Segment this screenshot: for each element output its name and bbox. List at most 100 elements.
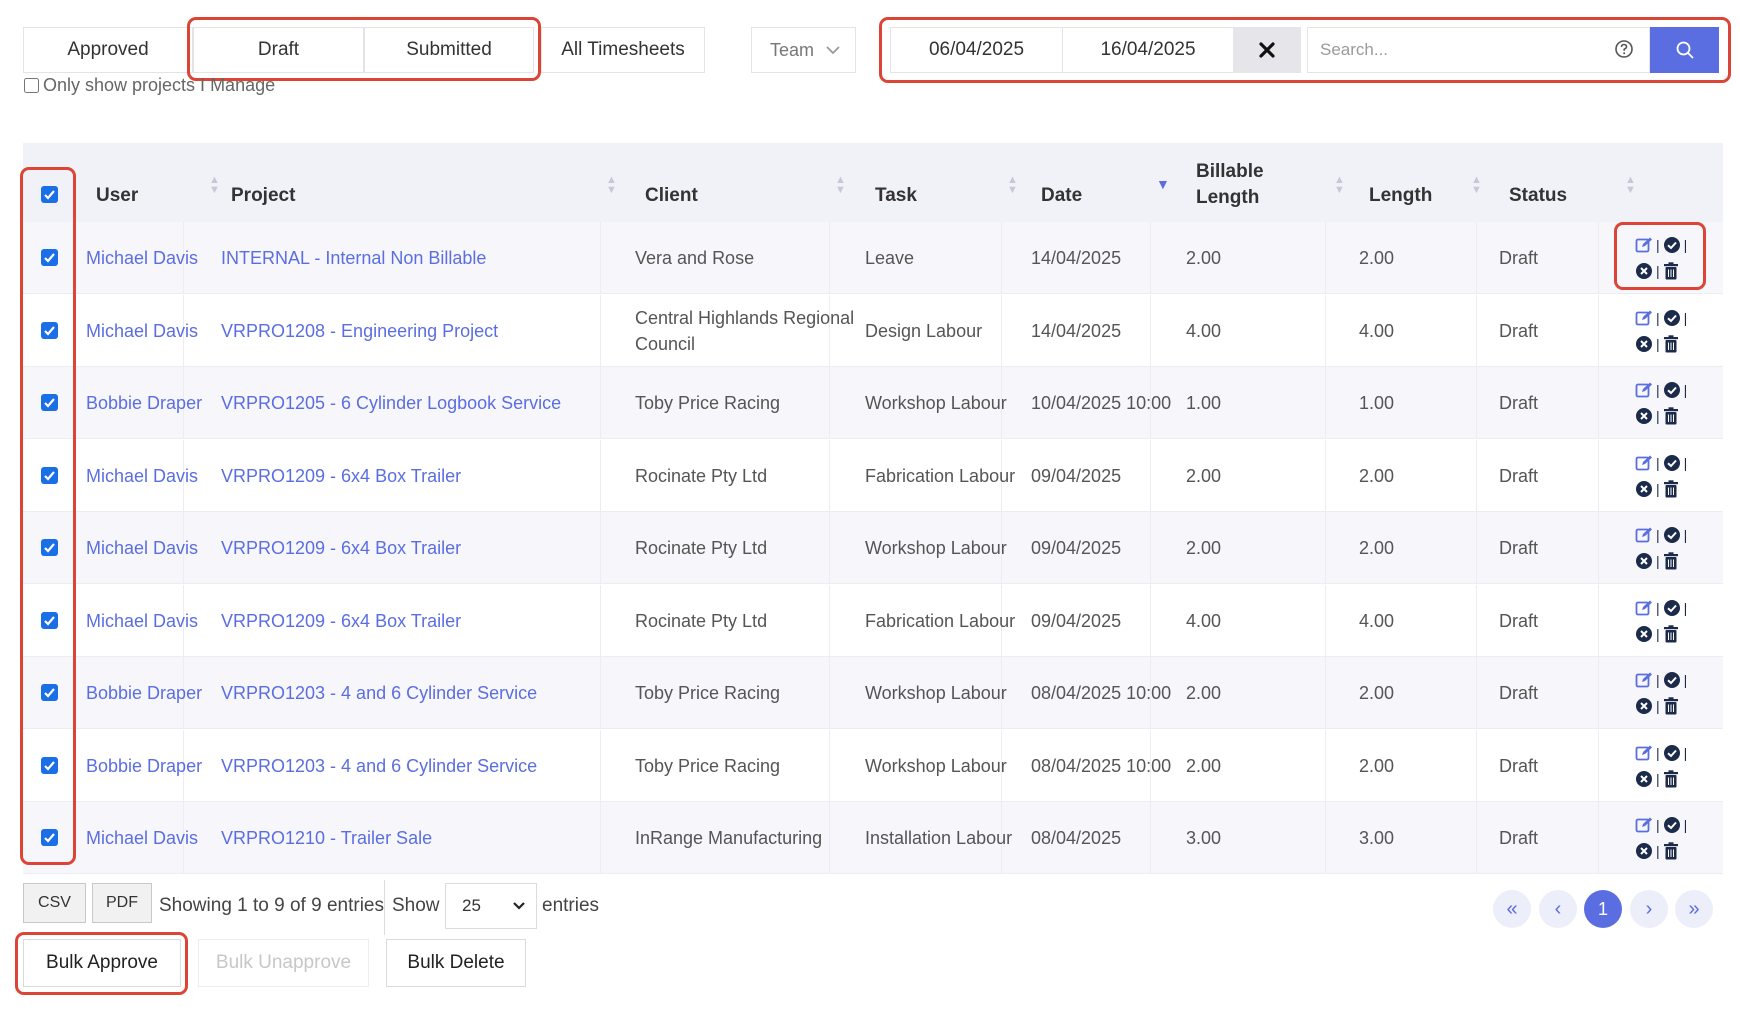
col-header-user[interactable]: User ▲ ▼ [96, 143, 224, 222]
project-link[interactable]: VRPRO1209 - 6x4 Box Trailer [221, 440, 631, 512]
page-1-button[interactable]: 1 [1584, 890, 1622, 928]
approve-check-icon[interactable] [1663, 744, 1681, 762]
user-link[interactable]: Michael Davis [86, 802, 204, 874]
col-header-task[interactable]: Task ▲ ▼ [875, 143, 1040, 222]
task-cell: Leave [865, 248, 915, 268]
trash-icon[interactable] [1663, 552, 1679, 570]
action-separator: | [1656, 335, 1660, 352]
edit-icon[interactable] [1635, 381, 1653, 399]
trash-icon[interactable] [1663, 624, 1679, 643]
reject-icon[interactable] [1635, 335, 1653, 353]
sort-icon: ▲ ▼ [1471, 174, 1482, 196]
user-link[interactable]: Bobbie Draper [86, 730, 204, 802]
project-link[interactable]: VRPRO1209 - 6x4 Box Trailer [221, 512, 631, 584]
project-link[interactable]: VRPRO1208 - Engineering Project [221, 295, 631, 367]
action-separator: | [1656, 309, 1660, 326]
approve-check-icon[interactable] [1663, 526, 1681, 544]
edit-icon[interactable] [1635, 526, 1653, 544]
table-row: Bobbie Draper VRPRO1205 - 6 Cylinder Logb… [23, 367, 1723, 439]
edit-icon[interactable] [1635, 744, 1653, 762]
reject-icon[interactable] [1635, 552, 1653, 570]
edit-icon[interactable] [1635, 454, 1653, 472]
trash-icon[interactable] [1663, 842, 1679, 860]
client-cell: Rocinate Pty Ltd [635, 610, 768, 631]
length-cell: 2.00 [1359, 248, 1395, 268]
user-link[interactable]: Michael Davis [86, 222, 204, 294]
edit-icon[interactable] [1635, 816, 1653, 834]
csv-button[interactable]: CSV [23, 883, 86, 923]
first-page-button[interactable]: « [1493, 890, 1531, 928]
bulk-delete-button[interactable]: Bulk Delete [386, 939, 526, 987]
project-link[interactable]: VRPRO1210 - Trailer Sale [221, 802, 631, 874]
project-link[interactable]: VRPRO1205 - 6 Cylinder Logbook Service [221, 367, 631, 439]
last-page-button[interactable]: » [1675, 890, 1713, 928]
pdf-button[interactable]: PDF [92, 883, 152, 923]
team-select[interactable]: Team [751, 27, 856, 73]
approve-check-icon[interactable] [1663, 599, 1681, 617]
task-cell: Workshop Labour [865, 393, 1007, 413]
col-header-project[interactable]: Project ▲ ▼ [231, 143, 641, 222]
reject-icon[interactable] [1635, 770, 1653, 788]
action-separator: | [1656, 408, 1660, 424]
action-separator: | [1683, 309, 1688, 326]
billable-length-cell: 2.00 [1186, 683, 1222, 703]
row-actions: | | | [1635, 667, 1705, 719]
user-link[interactable]: Michael Davis [86, 512, 204, 584]
project-link[interactable]: VRPRO1203 - 4 and 6 Cylinder Service [221, 730, 631, 802]
action-separator: | [1656, 625, 1660, 642]
prev-page-button[interactable]: ‹ [1539, 890, 1577, 928]
edit-icon[interactable] [1635, 671, 1653, 689]
reject-icon[interactable] [1635, 842, 1653, 860]
highlight-draft-submitted [187, 17, 541, 81]
trash-icon[interactable] [1663, 479, 1679, 498]
trash-icon[interactable] [1663, 769, 1679, 788]
next-page-button[interactable]: › [1630, 890, 1668, 928]
approve-check-icon[interactable] [1663, 671, 1681, 689]
length-cell: 2.00 [1359, 683, 1395, 703]
highlight-bulk-approve [15, 932, 188, 995]
reject-icon[interactable] [1635, 480, 1653, 498]
task-cell: Installation Labour [865, 828, 1013, 848]
project-link[interactable]: VRPRO1209 - 6x4 Box Trailer [221, 585, 631, 657]
billable-length-cell: 3.00 [1186, 828, 1222, 848]
only-manage-checkbox[interactable] [24, 78, 39, 93]
client-cell: Toby Price Racing [635, 393, 781, 413]
reject-icon[interactable] [1635, 697, 1653, 715]
row-actions: | | | [1635, 305, 1705, 357]
col-header-date[interactable]: Date ▼ [1041, 143, 1191, 222]
page-size-select[interactable]: 25 [445, 883, 537, 929]
approve-check-icon[interactable] [1663, 816, 1681, 834]
sort-icon: ▲ ▼ [606, 174, 617, 196]
user-link[interactable]: Michael Davis [86, 295, 204, 367]
user-link[interactable]: Michael Davis [86, 585, 204, 657]
edit-icon[interactable] [1635, 309, 1653, 327]
approve-check-icon[interactable] [1663, 381, 1681, 399]
col-header-length[interactable]: Length ▲ ▼ [1369, 143, 1509, 222]
length-cell: 2.00 [1359, 755, 1395, 776]
trash-icon[interactable] [1663, 334, 1679, 353]
project-link[interactable]: INTERNAL - Internal Non Billable [221, 222, 631, 294]
trash-icon[interactable] [1663, 697, 1679, 715]
approve-check-icon[interactable] [1663, 309, 1681, 327]
user-link[interactable]: Michael Davis [86, 440, 204, 512]
date-cell: 08/04/2025 10:00 [1031, 683, 1172, 703]
user-link[interactable]: Bobbie Draper [86, 657, 204, 729]
reject-icon[interactable] [1635, 407, 1653, 425]
col-header-client[interactable]: Client ▲ ▼ [645, 143, 875, 222]
edit-icon[interactable] [1635, 599, 1653, 617]
timesheets-table: User ▲ ▼ Project ▲ ▼ Client ▲ ▼ Task ▲ ▼ Dat… [23, 143, 1723, 874]
col-header-billable-length[interactable]: Billable Length ▲ ▼ [1196, 143, 1366, 222]
user-link[interactable]: Bobbie Draper [86, 367, 204, 439]
tab-all-timesheets[interactable]: All Timesheets [541, 27, 705, 73]
bulk-unapprove-button[interactable]: Bulk Unapprove [198, 939, 369, 987]
col-header-status[interactable]: Status ▲ ▼ [1509, 143, 1649, 222]
highlight-checkbox-column [20, 167, 76, 865]
approve-check-icon[interactable] [1663, 454, 1681, 472]
only-manage-checkbox-label[interactable]: Only show projects I Manage [24, 75, 275, 96]
reject-icon[interactable] [1635, 625, 1653, 643]
action-separator: | [1656, 744, 1660, 761]
trash-icon[interactable] [1663, 407, 1679, 425]
tab-approved[interactable]: Approved [23, 27, 193, 73]
row-actions: | | | [1635, 740, 1705, 792]
project-link[interactable]: VRPRO1203 - 4 and 6 Cylinder Service [221, 657, 631, 729]
